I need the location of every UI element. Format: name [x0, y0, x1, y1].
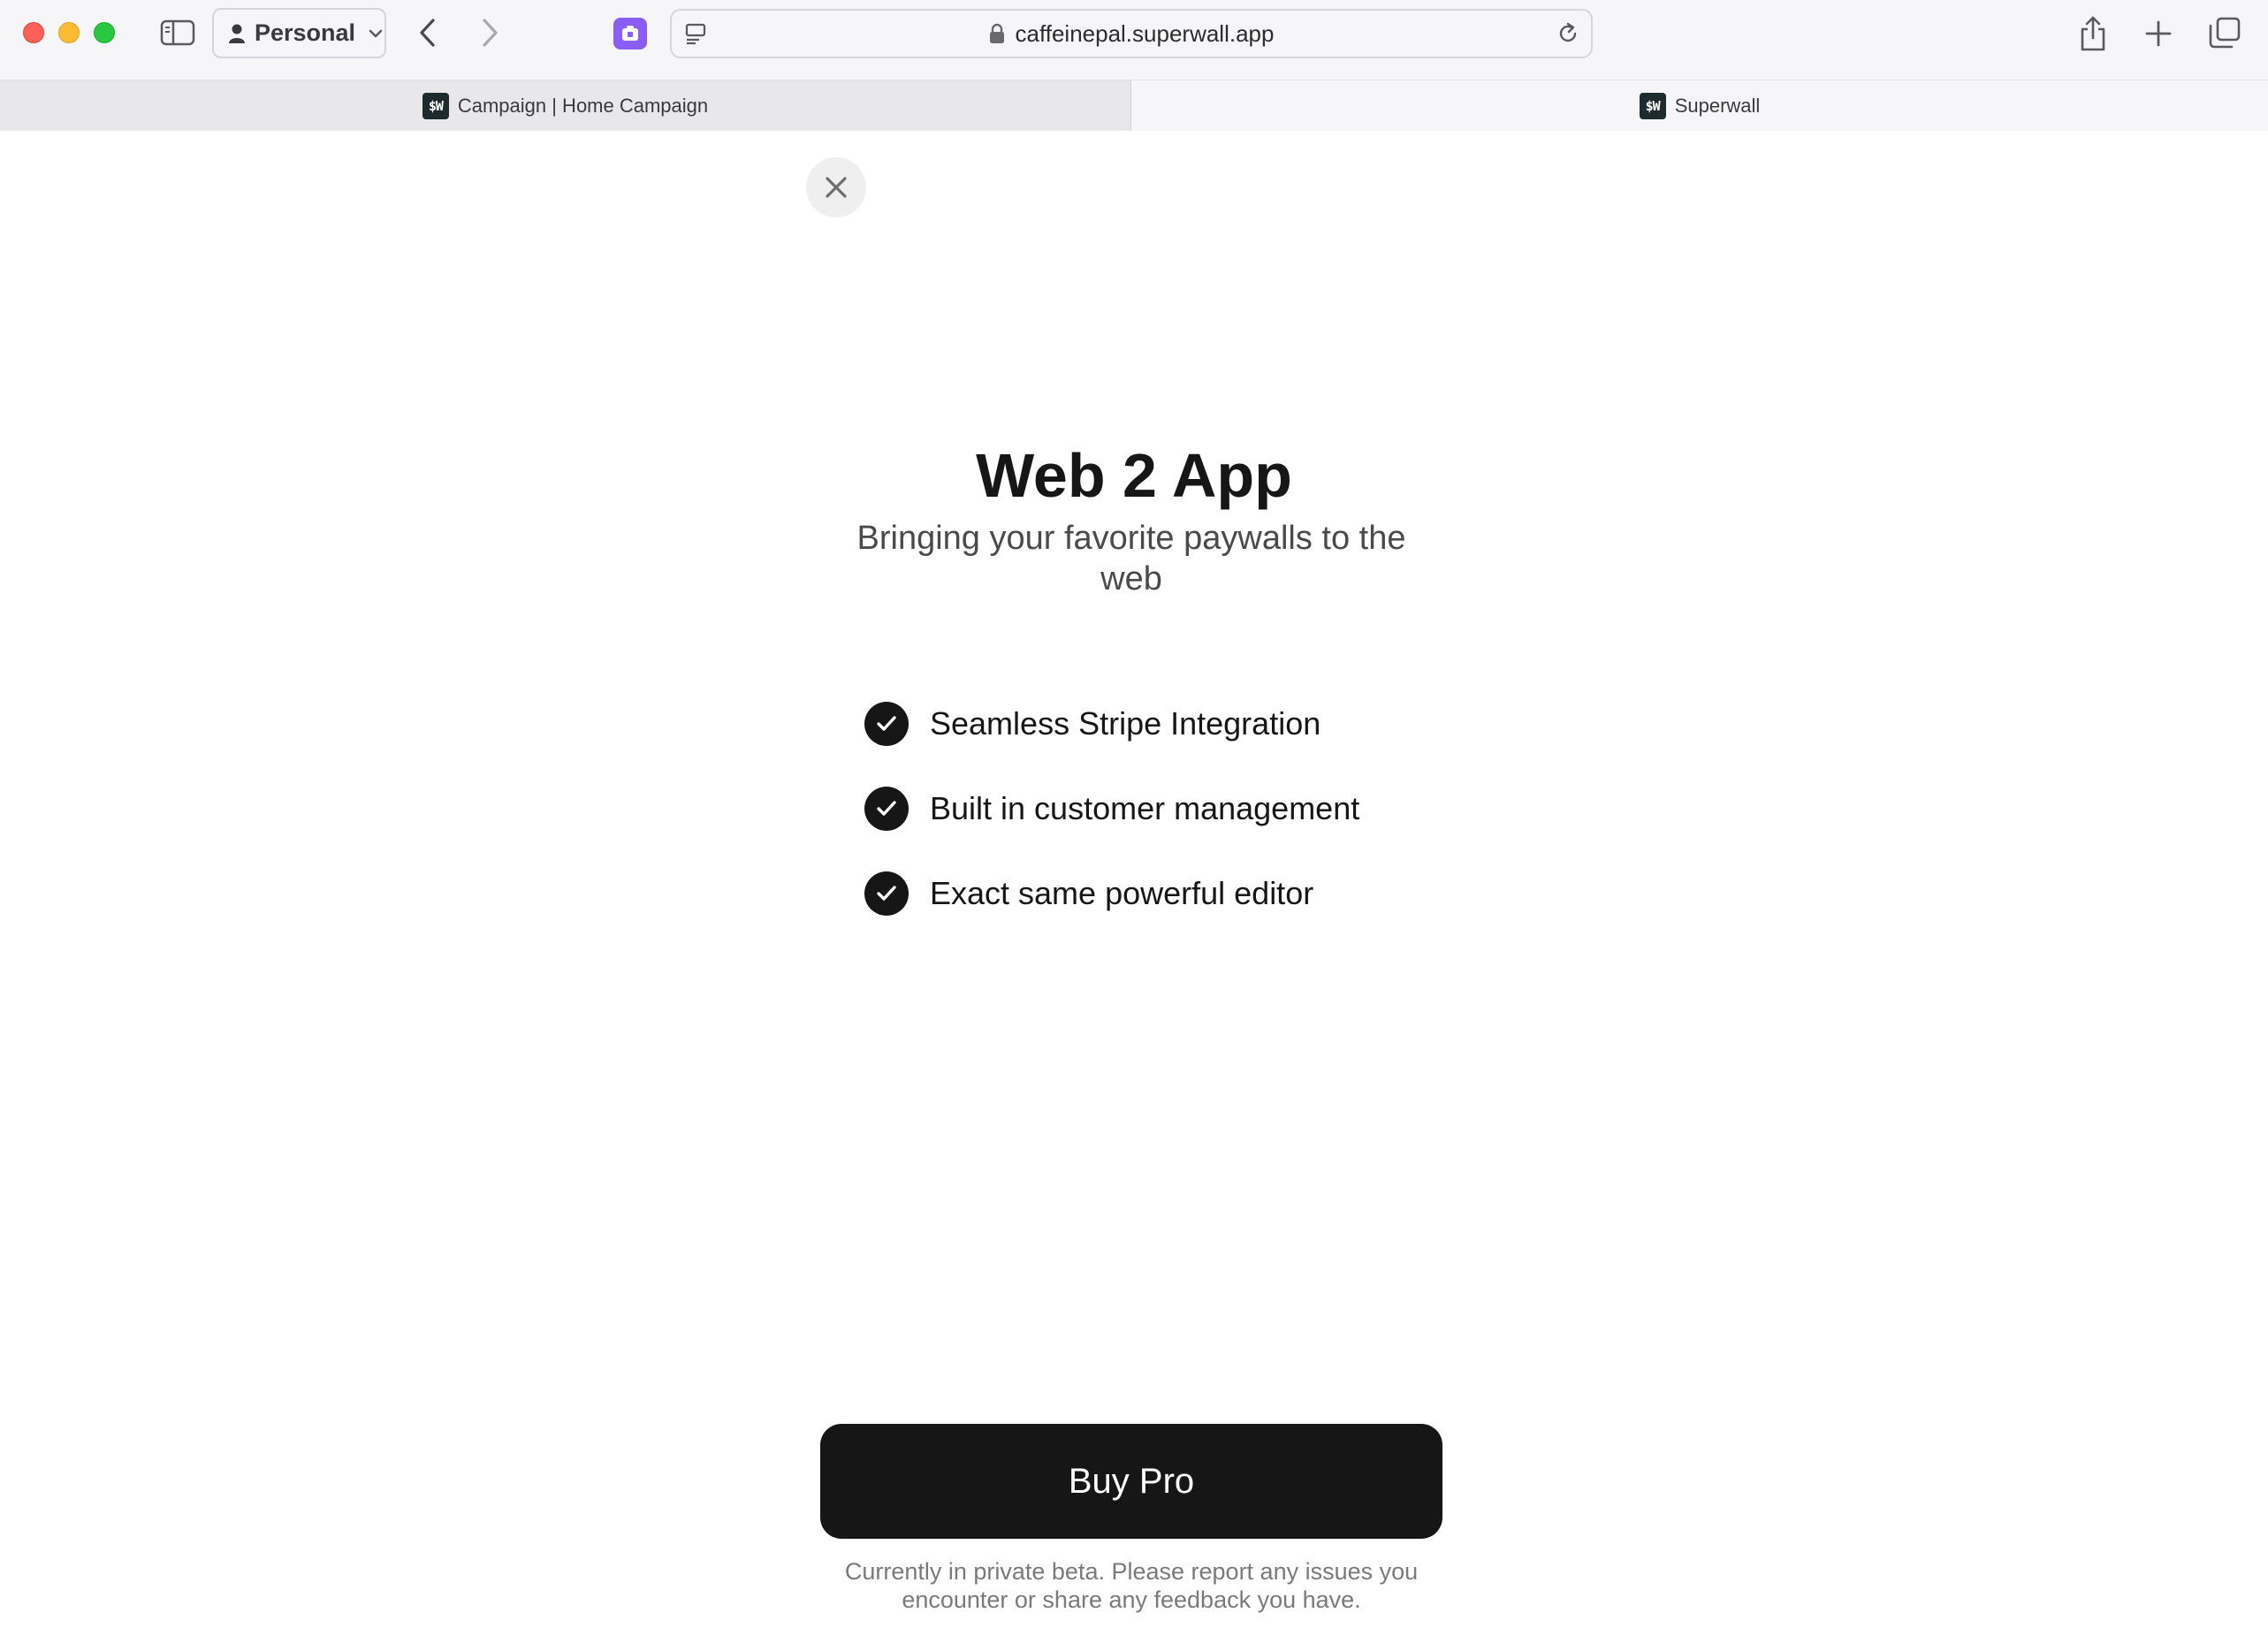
back-button[interactable]: [412, 16, 444, 49]
buy-pro-button[interactable]: Buy Pro: [820, 1424, 1442, 1539]
feature-item: Exact same powerful editor: [864, 871, 1313, 916]
close-icon: [826, 177, 847, 198]
superwall-favicon-icon: $W: [1639, 92, 1666, 119]
share-button[interactable]: [2075, 12, 2111, 55]
sidebar-toggle-button[interactable]: [157, 16, 198, 49]
fullscreen-window-button[interactable]: [94, 22, 115, 43]
new-tab-icon: [2145, 20, 2172, 47]
sidebar-icon: [160, 19, 195, 46]
chevron-down-icon: [369, 29, 383, 37]
forward-icon: [483, 19, 498, 47]
tab-superwall[interactable]: $W Superwall: [1131, 80, 2268, 131]
feature-label: Seamless Stripe Integration: [930, 705, 1321, 742]
back-icon: [420, 19, 435, 47]
url-text: caffeinepal.superwall.app: [1015, 19, 1275, 47]
feature-item: Built in customer management: [864, 787, 1359, 831]
profile-label: Personal: [255, 19, 356, 46]
checkmark-icon: [864, 702, 909, 746]
tab-overview-button[interactable]: [2206, 14, 2243, 51]
beta-footnote: Currently in private beta. Please report…: [844, 1558, 1419, 1613]
forward-button[interactable]: [474, 16, 506, 49]
feature-label: Built in customer management: [930, 790, 1360, 826]
page-subtitle: Bringing your favorite paywalls to the w…: [856, 520, 1406, 597]
feature-item: Seamless Stripe Integration: [864, 702, 1320, 746]
checkmark-icon: [864, 871, 909, 916]
lock-icon: [989, 23, 1004, 43]
reload-icon[interactable]: [1556, 21, 1580, 46]
tab-title: Campaign | Home Campaign: [457, 94, 709, 117]
minimize-window-button[interactable]: [58, 22, 80, 43]
person-icon: [229, 24, 245, 43]
tab-title: Superwall: [1674, 94, 1761, 117]
paywall-page: Web 2 App Bringing your favorite paywall…: [0, 131, 2268, 1628]
superwall-favicon-icon: $W: [422, 92, 449, 119]
profile-menu-button[interactable]: Personal: [212, 8, 386, 58]
browser-toolbar: Personal caffeinepal.superwall.app: [0, 0, 2268, 80]
tab-strip: $W Campaign | Home Campaign $W Superwall: [0, 80, 2268, 131]
tab-campaign[interactable]: $W Campaign | Home Campaign: [0, 80, 1131, 131]
extension-button[interactable]: [613, 18, 647, 49]
address-bar[interactable]: caffeinepal.superwall.app: [670, 9, 1593, 58]
close-paywall-button[interactable]: [806, 157, 866, 217]
feature-label: Exact same powerful editor: [930, 875, 1314, 911]
checkmark-icon: [864, 787, 909, 831]
page-title: Web 2 App: [976, 441, 1292, 510]
share-icon: [2081, 16, 2105, 51]
extension-icon: [622, 26, 638, 41]
close-window-button[interactable]: [23, 22, 44, 43]
tab-overview-icon: [2209, 17, 2241, 49]
new-tab-button[interactable]: [2141, 16, 2176, 51]
